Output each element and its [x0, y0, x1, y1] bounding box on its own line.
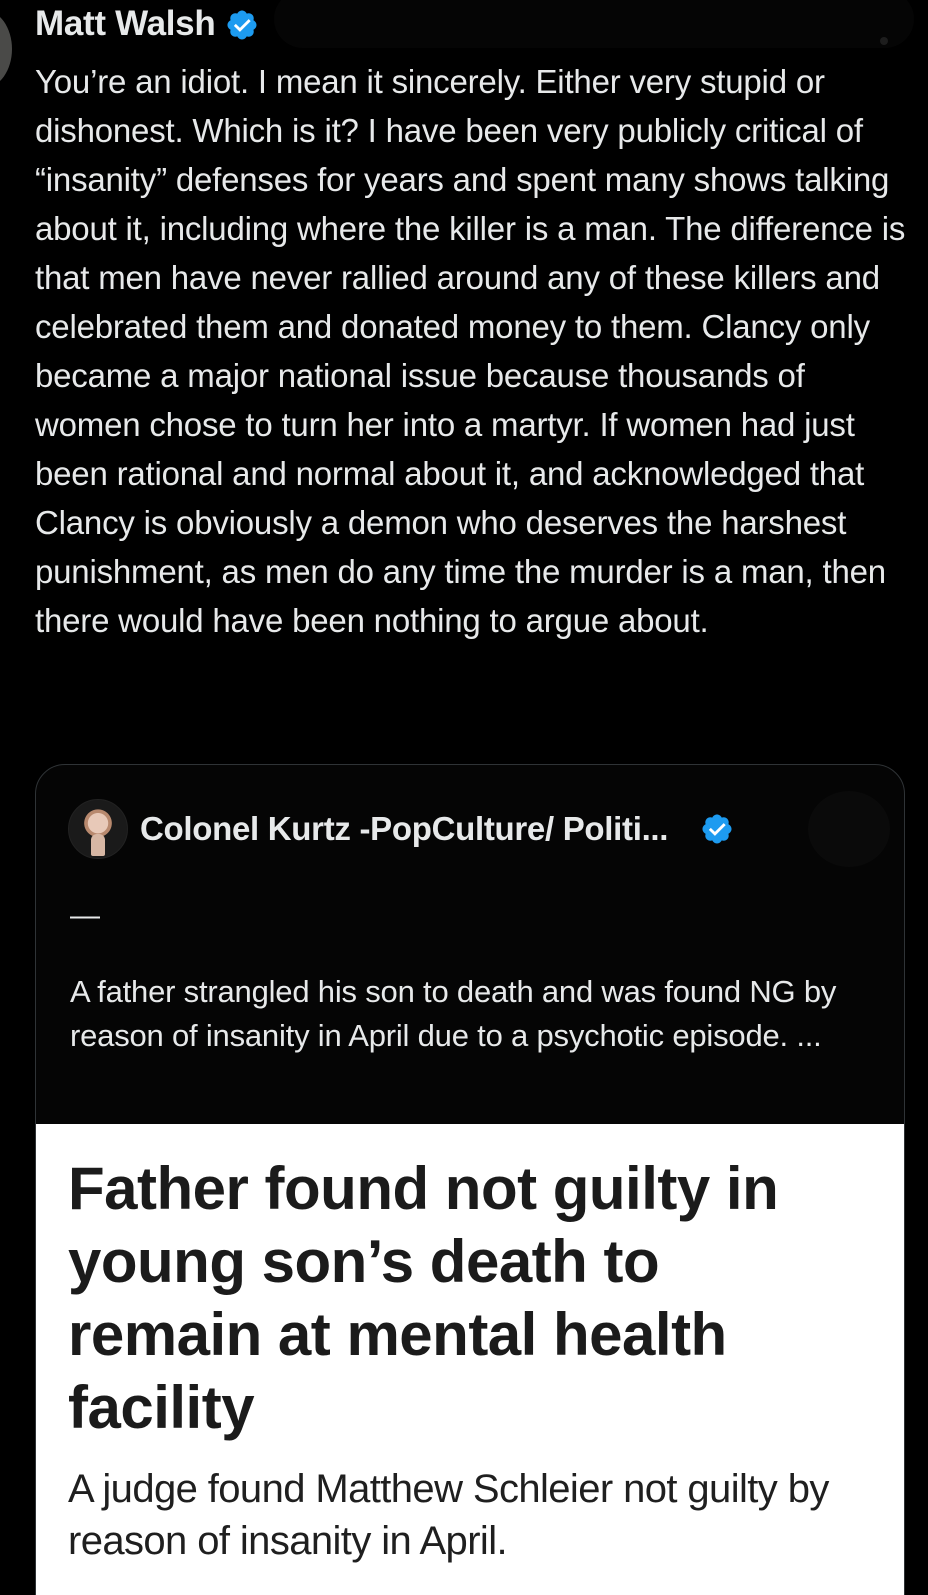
tweet-text: You’re an idiot. I mean it sincerely. Ei…	[35, 63, 915, 639]
redacted-area	[274, 0, 914, 48]
article-preview-card[interactable]: Father found not guilty in young son’s d…	[36, 1124, 904, 1595]
verified-badge-icon	[227, 10, 257, 40]
more-options-icon[interactable]	[880, 37, 888, 45]
quoted-redacted-area	[808, 791, 890, 867]
tweet-header: Matt Walsh	[35, 0, 259, 50]
quoted-tweet-card[interactable]: Colonel Kurtz -PopCulture/ Politi... — A…	[35, 764, 905, 1595]
quoted-tweet-header: Colonel Kurtz -PopCulture/ Politi...	[68, 799, 734, 859]
verified-badge-icon	[702, 814, 732, 844]
article-headline: Father found not guilty in young son’s d…	[68, 1155, 779, 1441]
quoted-author-name[interactable]: Colonel Kurtz -PopCulture/ Politi...	[140, 810, 668, 848]
quoted-tweet-text: A father strangled his son to death and …	[70, 974, 837, 1053]
author-name[interactable]: Matt Walsh	[35, 4, 216, 44]
article-subhead: A judge found Matthew Schleier not guilt…	[68, 1467, 829, 1563]
author-avatar[interactable]	[0, 10, 12, 88]
quoted-author-avatar[interactable]	[68, 799, 128, 859]
quoted-tweet-dash: —	[70, 899, 100, 932]
